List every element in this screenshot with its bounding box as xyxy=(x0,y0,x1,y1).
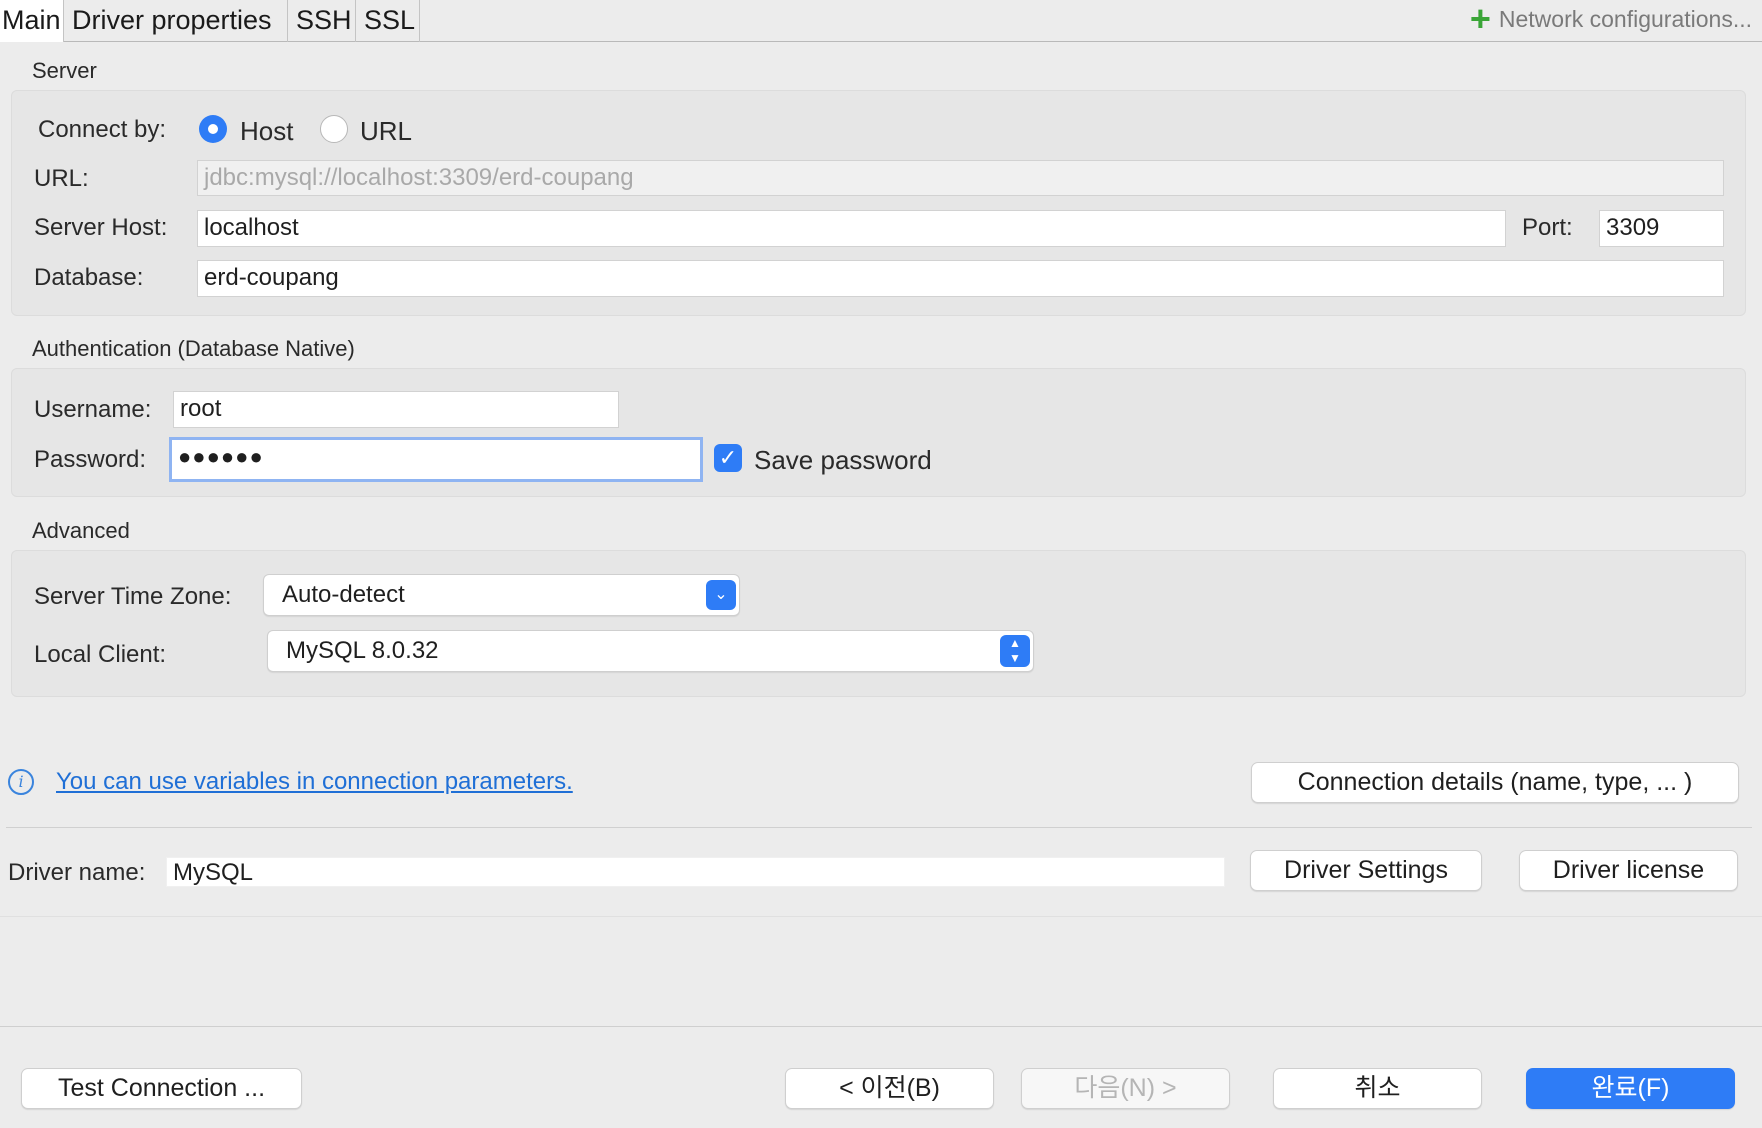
chevron-down-icon: ⌄ xyxy=(706,580,736,610)
url-radio[interactable] xyxy=(320,115,348,143)
timezone-select[interactable]: Auto-detect ⌄ xyxy=(263,574,740,616)
password-input[interactable]: ●●●●●● xyxy=(169,437,703,482)
username-input[interactable]: root xyxy=(173,391,619,428)
server-host-input[interactable]: localhost xyxy=(197,210,1506,247)
divider xyxy=(0,1026,1762,1027)
host-radio[interactable] xyxy=(199,115,227,143)
back-button[interactable]: < 이전(B) xyxy=(785,1068,994,1109)
finish-button[interactable]: 완료(F) xyxy=(1526,1068,1735,1109)
local-client-select[interactable]: MySQL 8.0.32 ▲ ▼ xyxy=(267,630,1034,672)
driver-settings-button[interactable]: Driver Settings xyxy=(1250,850,1482,891)
driver-name-input[interactable]: MySQL xyxy=(166,857,1225,887)
username-label: Username: xyxy=(34,396,152,423)
save-password-checkbox[interactable]: ✓ xyxy=(714,444,742,472)
save-password-label[interactable]: Save password xyxy=(754,445,932,476)
divider xyxy=(0,916,1762,917)
port-label: Port: xyxy=(1522,214,1573,241)
cancel-button[interactable]: 취소 xyxy=(1273,1068,1482,1109)
info-icon: i xyxy=(8,769,34,795)
next-button[interactable]: 다음(N) > xyxy=(1021,1068,1230,1109)
variables-help-link[interactable]: You can use variables in connection para… xyxy=(56,768,573,796)
url-label: URL: xyxy=(34,165,89,192)
port-input[interactable]: 3309 xyxy=(1599,210,1724,247)
url-radio-label[interactable]: URL xyxy=(360,116,412,147)
tab-driver-properties[interactable]: Driver properties xyxy=(64,0,288,42)
local-client-label: Local Client: xyxy=(34,641,167,668)
advanced-group-title: Advanced xyxy=(32,518,130,543)
timezone-value: Auto-detect xyxy=(282,581,405,608)
connection-details-button[interactable]: Connection details (name, type, ... ) xyxy=(1251,762,1739,803)
tab-ssh[interactable]: SSH xyxy=(288,0,356,42)
auth-group-title: Authentication (Database Native) xyxy=(32,336,355,361)
host-radio-label[interactable]: Host xyxy=(240,116,293,147)
url-input[interactable]: jdbc:mysql://localhost:3309/erd-coupang xyxy=(197,160,1724,196)
local-client-value: MySQL 8.0.32 xyxy=(286,637,439,664)
network-configurations-link[interactable]: + Network configurations... xyxy=(1469,0,1752,39)
driver-license-button[interactable]: Driver license xyxy=(1519,850,1738,891)
test-connection-button[interactable]: Test Connection ... xyxy=(21,1068,302,1109)
server-group-title: Server xyxy=(32,58,97,83)
network-configurations-label: Network configurations... xyxy=(1498,6,1752,32)
password-label: Password: xyxy=(34,446,147,473)
server-host-label: Server Host: xyxy=(34,214,168,241)
advanced-group xyxy=(11,550,1746,697)
tab-main[interactable]: Main xyxy=(0,0,64,42)
driver-name-label: Driver name: xyxy=(8,859,146,886)
timezone-label: Server Time Zone: xyxy=(34,583,232,610)
database-label: Database: xyxy=(34,264,144,291)
tab-bar: Main Driver properties SSH SSL + Network… xyxy=(0,0,1762,42)
connect-by-label: Connect by: xyxy=(38,116,167,143)
plus-icon: + xyxy=(1469,0,1491,39)
divider xyxy=(6,827,1752,828)
up-down-chevron-icon: ▲ ▼ xyxy=(1000,635,1030,667)
tab-ssl[interactable]: SSL xyxy=(356,0,420,42)
database-input[interactable]: erd-coupang xyxy=(197,260,1724,297)
